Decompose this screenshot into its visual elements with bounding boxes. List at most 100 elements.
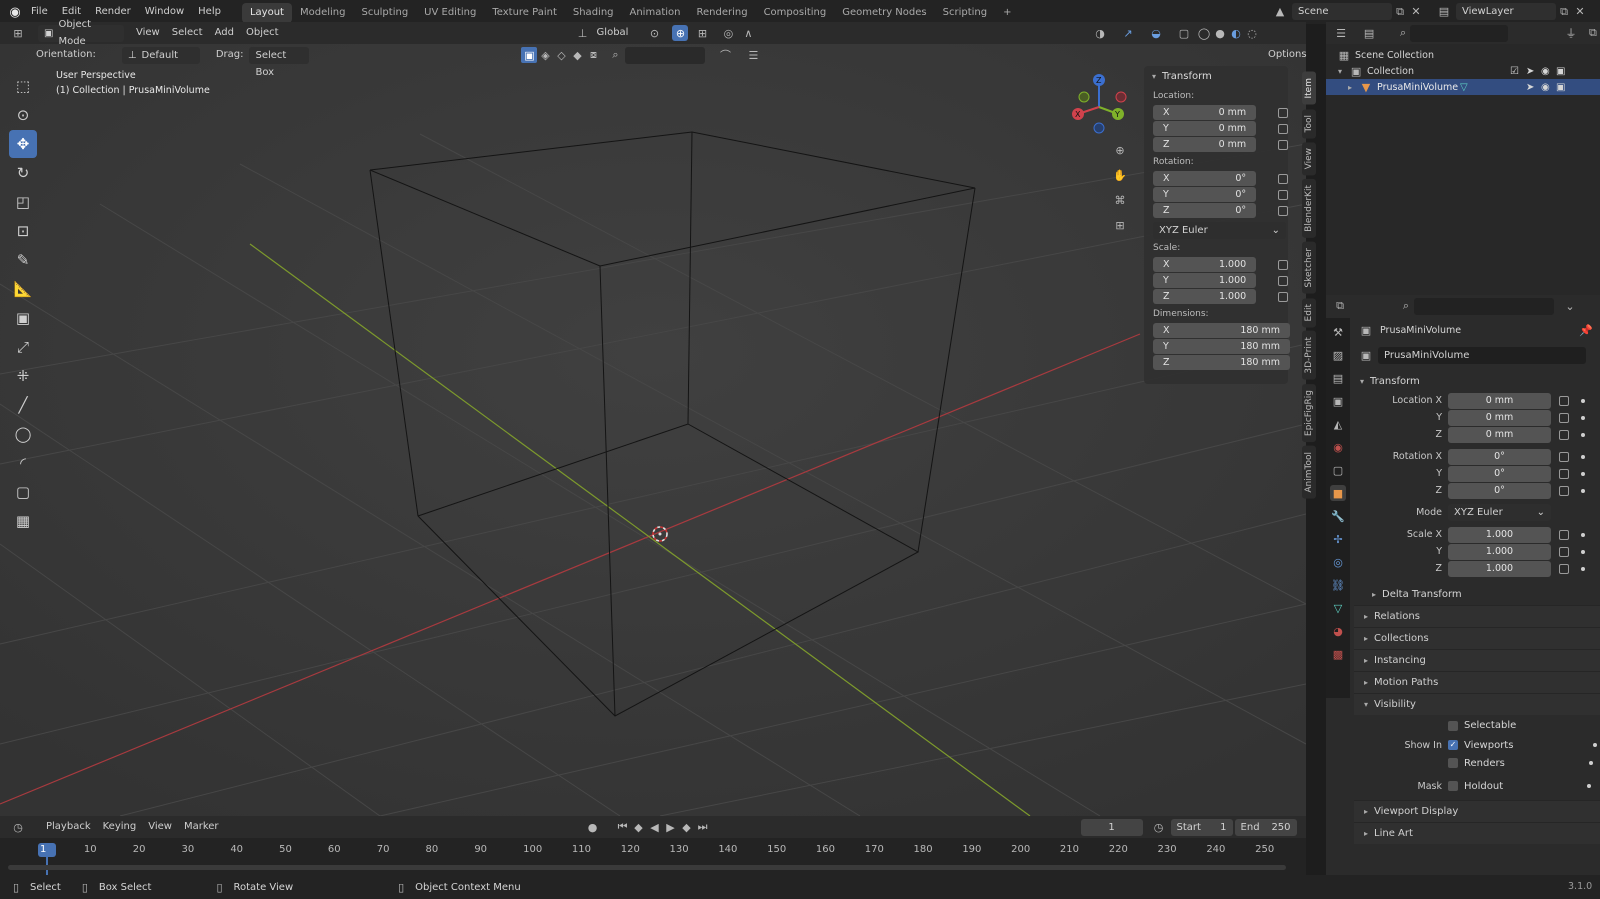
lock-icon[interactable] bbox=[1559, 529, 1569, 540]
keyframe-dot-icon[interactable] bbox=[1581, 415, 1585, 420]
transform-panel-header[interactable]: ▾ Transform bbox=[1354, 370, 1600, 392]
proportional-settings-icon[interactable]: ☰ bbox=[745, 47, 761, 63]
rotation-y-field[interactable]: Y 0° bbox=[1153, 187, 1257, 202]
viewports-checkbox[interactable]: ✓ bbox=[1448, 740, 1458, 750]
dimensions-x-field[interactable]: X 180 mm bbox=[1153, 323, 1290, 338]
menu-marker[interactable]: Marker bbox=[178, 816, 225, 838]
material-tab-icon[interactable]: ◕ bbox=[1330, 623, 1346, 639]
tab-item[interactable]: Item bbox=[1302, 72, 1316, 105]
tab-texture-paint[interactable]: Texture Paint bbox=[484, 3, 565, 23]
instancing-panel-header[interactable]: ▸ Instancing bbox=[1354, 649, 1600, 671]
keyframe-dot-icon[interactable] bbox=[1581, 398, 1585, 403]
exclude-checkbox-icon[interactable]: ☑ bbox=[1510, 66, 1519, 77]
tab-rendering[interactable]: Rendering bbox=[688, 3, 755, 23]
tab-geometry-nodes[interactable]: Geometry Nodes bbox=[834, 3, 934, 23]
visibility-panel-header[interactable]: ▾ Visibility bbox=[1354, 693, 1600, 715]
scale-z-input[interactable]: 1.000 bbox=[1448, 560, 1551, 577]
visibility-icon[interactable]: ◑ bbox=[1092, 25, 1108, 41]
world-tab-icon[interactable]: ◉ bbox=[1330, 439, 1346, 455]
texture-tab-icon[interactable]: ▩ bbox=[1330, 646, 1346, 662]
measure-tool-icon[interactable]: 📐 bbox=[9, 275, 37, 303]
lock-icon[interactable] bbox=[1559, 468, 1569, 479]
xray-icon[interactable]: ▢ bbox=[1176, 25, 1192, 41]
tab-blenderkit[interactable]: BlenderKit bbox=[1302, 179, 1316, 239]
falloff-curve-icon[interactable]: ⌒ bbox=[717, 47, 733, 63]
lock-icon[interactable] bbox=[1278, 189, 1288, 200]
viewport-search-field[interactable] bbox=[625, 46, 706, 64]
current-frame-field[interactable]: 1 bbox=[1080, 818, 1143, 836]
add-workspace-button[interactable]: + bbox=[995, 3, 1019, 23]
transform-orientation[interactable]: ⊥ Global bbox=[575, 22, 635, 44]
keyframe-dot-icon[interactable] bbox=[1581, 488, 1585, 493]
chevron-down-icon[interactable]: ⌄ bbox=[1562, 298, 1578, 314]
menu-file[interactable]: File bbox=[24, 0, 55, 24]
keyframe-dot-icon[interactable] bbox=[1581, 432, 1585, 437]
solid-shading-icon[interactable]: ● bbox=[1212, 25, 1228, 41]
jump-end-icon[interactable]: ⏭ bbox=[695, 819, 711, 835]
timeline-editor-icon[interactable]: ◷ bbox=[10, 819, 26, 835]
arc-tool-icon[interactable]: ◜ bbox=[9, 449, 37, 477]
editor-type-icon[interactable]: ⊞ bbox=[10, 25, 26, 41]
scene-tab-icon[interactable]: ◭ bbox=[1330, 416, 1346, 432]
motion-paths-panel-header[interactable]: ▸ Motion Paths bbox=[1354, 671, 1600, 693]
properties-search-field[interactable] bbox=[1414, 297, 1554, 315]
lock-icon[interactable] bbox=[1559, 451, 1569, 462]
blender-logo-icon[interactable]: ◉ bbox=[6, 4, 24, 20]
menu-add[interactable]: Add bbox=[209, 22, 240, 44]
drag-dropdown[interactable]: Select Box bbox=[249, 46, 310, 78]
viewlayer-name[interactable]: ViewLayer bbox=[1456, 3, 1556, 20]
eye-icon[interactable]: ◉ bbox=[1541, 82, 1550, 93]
rendered-shading-icon[interactable]: ◌ bbox=[1244, 25, 1260, 41]
scale-x-input[interactable]: 1.000 bbox=[1448, 526, 1551, 543]
tab-scripting[interactable]: Scripting bbox=[935, 3, 995, 23]
menu-keying[interactable]: Keying bbox=[97, 816, 143, 838]
pivot-icon[interactable]: ⊙ bbox=[646, 25, 662, 41]
pin-icon[interactable]: 📌 bbox=[1578, 322, 1594, 338]
prev-keyframe-icon[interactable]: ◆ bbox=[631, 819, 647, 835]
outliner-editor-icon[interactable]: ☰ bbox=[1334, 25, 1348, 41]
orientation-dropdown[interactable]: ⊥ Default bbox=[121, 46, 200, 64]
circle-tool-icon[interactable]: ◯ bbox=[9, 420, 37, 448]
view-layer-tab-icon[interactable]: ▣ bbox=[1330, 393, 1346, 409]
keyframe-dot-icon[interactable] bbox=[1581, 549, 1585, 554]
snap-target-icon[interactable]: ⊞ bbox=[694, 25, 710, 41]
grid-tool-icon[interactable]: ▦ bbox=[9, 507, 37, 535]
point-tool-icon[interactable]: ⁜ bbox=[9, 362, 37, 390]
npanel-transform-header[interactable]: ▾ Transform bbox=[1144, 66, 1288, 86]
renders-checkbox[interactable] bbox=[1448, 758, 1458, 768]
holdout-checkbox[interactable] bbox=[1448, 781, 1458, 791]
prusaminivolume-row[interactable]: ▸ ▼ PrusaMiniVolume ▽ ➤ ◉ ▣ bbox=[1326, 79, 1600, 95]
menu-playback[interactable]: Playback bbox=[40, 816, 97, 838]
keyframe-dot-icon[interactable] bbox=[1581, 532, 1585, 537]
scene-remove-icon[interactable]: ✕ bbox=[1408, 4, 1424, 20]
menu-select[interactable]: Select bbox=[166, 22, 209, 44]
scale-y-field[interactable]: Y 1.000 bbox=[1153, 273, 1257, 288]
chevron-right-icon[interactable]: ▸ bbox=[1348, 83, 1352, 92]
menu-timeline-view[interactable]: View bbox=[142, 816, 178, 838]
lock-icon[interactable] bbox=[1278, 173, 1288, 184]
object-tab-icon[interactable]: ■ bbox=[1330, 485, 1346, 501]
tab-compositing[interactable]: Compositing bbox=[756, 3, 835, 23]
camera-icon[interactable]: ▣ bbox=[1556, 82, 1565, 93]
modifier-tab-icon[interactable]: 🔧 bbox=[1330, 508, 1346, 524]
tab-view[interactable]: View bbox=[1302, 141, 1316, 176]
annotate-tool-icon[interactable]: ✎ bbox=[9, 246, 37, 274]
scene-name[interactable]: Scene bbox=[1292, 3, 1392, 20]
lock-icon[interactable] bbox=[1559, 563, 1569, 574]
tab-animation[interactable]: Animation bbox=[622, 3, 689, 23]
scene-collection-row[interactable]: ▦ Scene Collection bbox=[1326, 47, 1600, 63]
mesh-data-icon[interactable]: ▽ bbox=[1460, 82, 1468, 93]
tab-layout[interactable]: Layout bbox=[241, 3, 292, 23]
select-new-icon[interactable]: ▣ bbox=[521, 47, 538, 63]
data-tab-icon[interactable]: ▽ bbox=[1330, 600, 1346, 616]
viewlayer-copy-icon[interactable]: ⧉ bbox=[1556, 4, 1572, 20]
properties-editor-icon[interactable]: ⧉ bbox=[1332, 298, 1348, 314]
transform-tool-icon[interactable]: ⊡ bbox=[9, 217, 37, 245]
scene-selector[interactable]: ▲ Scene ⧉ ✕ bbox=[1272, 3, 1424, 20]
menu-help[interactable]: Help bbox=[191, 0, 228, 24]
camera-icon[interactable]: ▣ bbox=[1556, 66, 1565, 77]
navigation-gizmo[interactable]: Z Y X bbox=[1066, 72, 1134, 140]
lock-icon[interactable] bbox=[1559, 395, 1569, 406]
select-intersect-icon[interactable]: ⧇ bbox=[585, 47, 601, 63]
proportional-edit-icon[interactable]: ◎ bbox=[720, 25, 736, 41]
